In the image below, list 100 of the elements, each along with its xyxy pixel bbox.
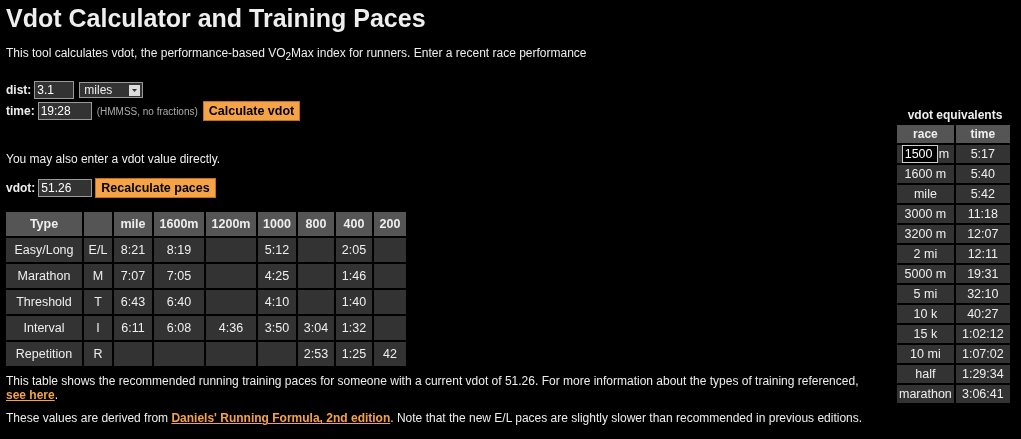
column-header: race bbox=[897, 125, 954, 143]
page-title: Vdot Calculator and Training Paces bbox=[6, 4, 427, 33]
time-field[interactable]: 19:28 bbox=[37, 102, 92, 121]
table-cell: 6:40 bbox=[154, 290, 204, 315]
table-cell: 3000 m bbox=[897, 205, 954, 223]
table-cell: 1:46 bbox=[336, 264, 372, 289]
table-cell: 7:05 bbox=[154, 264, 204, 289]
table-cell bbox=[258, 342, 296, 367]
table-cell: 4:25 bbox=[258, 264, 296, 289]
column-header: Type bbox=[6, 212, 82, 237]
table-cell: Interval bbox=[6, 316, 82, 341]
table-cell: 3:06:41 bbox=[955, 385, 1010, 403]
table-cell: 4:36 bbox=[206, 316, 256, 341]
distance-field[interactable]: 3.1 bbox=[34, 81, 75, 100]
table-cell: 1:02:12 bbox=[955, 325, 1010, 343]
column-header: 1200m bbox=[206, 212, 256, 237]
table-cell: 5:42 bbox=[955, 185, 1010, 203]
table-cell: 2:53 bbox=[298, 342, 334, 367]
table-cell: 1:25 bbox=[336, 342, 372, 367]
table-cell: 10 mi bbox=[897, 345, 954, 363]
table-cell: 42 bbox=[374, 342, 406, 367]
table-cell: 2 mi bbox=[897, 245, 954, 263]
table-cell: 6:08 bbox=[154, 316, 204, 341]
table-cell: 3200 m bbox=[897, 225, 954, 243]
table-cell: 12:11 bbox=[955, 245, 1010, 263]
table-cell: 19:31 bbox=[955, 265, 1010, 283]
table-cell: 2:05 bbox=[336, 238, 372, 263]
note-text: You may also enter a vdot value directly. bbox=[6, 152, 222, 167]
table-cell bbox=[206, 238, 256, 263]
table-cell: 7:07 bbox=[114, 264, 152, 289]
table-cell: 8:19 bbox=[154, 238, 204, 263]
table-cell: 10 k bbox=[897, 305, 954, 323]
table-cell: 15 k bbox=[897, 325, 954, 343]
field-label: vdot: bbox=[6, 181, 36, 196]
intro-text: This tool calculates vdot, the performance-based VO$_{2}$Max index for runners. Enter a recent race performance bbox=[6, 46, 588, 65]
table-cell: R bbox=[84, 342, 112, 367]
info-paragraph: This table shows the recommended running training paces for someone with a current vdot of 51.26. For more information about the types of training referenced, see here. bbox=[6, 374, 860, 403]
table-cell: Easy/Long bbox=[6, 238, 82, 263]
table-cell: 1600 m bbox=[897, 165, 954, 183]
table-cell: E/L bbox=[84, 238, 112, 263]
table-cell: 12:07 bbox=[955, 225, 1010, 243]
table-cell: Repetition bbox=[6, 342, 82, 367]
table-cell: 32:10 bbox=[955, 285, 1010, 303]
field-label: time: bbox=[6, 104, 35, 119]
table-cell: 3:04 bbox=[298, 316, 334, 341]
race-distance-field[interactable]: 1500 bbox=[901, 145, 938, 163]
column-header: time bbox=[955, 125, 1010, 143]
table-cell: marathon bbox=[897, 385, 954, 403]
recalculate-button[interactable]: Recalculate paces bbox=[95, 178, 216, 199]
table-cell: T bbox=[84, 290, 112, 315]
table-cell bbox=[374, 290, 406, 315]
calculate-button[interactable]: Calculate vdot bbox=[202, 101, 301, 122]
table-cell: M bbox=[84, 264, 112, 289]
table-cell: 6:43 bbox=[114, 290, 152, 315]
table-cell: mile bbox=[897, 185, 954, 203]
field-label: dist: bbox=[6, 83, 32, 98]
table-cell: 1:07:02 bbox=[955, 345, 1010, 363]
table-cell bbox=[154, 342, 204, 367]
table-cell bbox=[114, 342, 152, 367]
column-header: 800 bbox=[298, 212, 334, 237]
link[interactable]: see here bbox=[6, 388, 55, 403]
column-header: 1600m bbox=[154, 212, 204, 237]
table-cell: 11:18 bbox=[955, 205, 1010, 223]
table-cell bbox=[206, 290, 256, 315]
table-cell: half bbox=[897, 365, 954, 383]
column-header: 400 bbox=[336, 212, 372, 237]
table-cell: 1:32 bbox=[336, 316, 372, 341]
table-cell bbox=[374, 264, 406, 289]
table-cell: 8:21 bbox=[114, 238, 152, 263]
table-cell: 3:50 bbox=[258, 316, 296, 341]
table-cell: 5000 m bbox=[897, 265, 954, 283]
table-cell: 5 mi bbox=[897, 285, 954, 303]
table-cell: I bbox=[84, 316, 112, 341]
table-cell bbox=[206, 342, 256, 367]
column-header: mile bbox=[114, 212, 152, 237]
column-header: 200 bbox=[374, 212, 406, 237]
table-cell: 5:12 bbox=[258, 238, 296, 263]
hint-text: (HMMSS, no fractions) bbox=[96, 105, 198, 117]
table-cell: 4:10 bbox=[258, 290, 296, 315]
table-cell bbox=[374, 238, 406, 263]
header-cell bbox=[84, 212, 112, 237]
section-title: vdot equivalents bbox=[906, 108, 1004, 122]
table-cell: Threshold bbox=[6, 290, 82, 315]
unit-label: m bbox=[938, 147, 950, 161]
table-cell: 40:27 bbox=[955, 305, 1010, 323]
table-cell: 5:40 bbox=[955, 165, 1010, 183]
table-cell: 1:29:34 bbox=[955, 365, 1010, 383]
table-cell bbox=[298, 290, 334, 315]
table-cell: 5:17 bbox=[955, 145, 1010, 163]
table-cell: 6:11 bbox=[114, 316, 152, 341]
info-paragraph: These values are derived from Daniels' Running Formula, 2nd edition. Note that the new E/L paces are slightly slower than recommended in previous editions. bbox=[6, 411, 864, 426]
table-cell bbox=[298, 238, 334, 263]
table-cell bbox=[374, 316, 406, 341]
table-cell: 1:40 bbox=[336, 290, 372, 315]
vdot-field[interactable]: 51.26 bbox=[38, 179, 93, 198]
unit-dropdown[interactable]: miles bbox=[79, 82, 144, 99]
table-cell: Marathon bbox=[6, 264, 82, 289]
table-cell bbox=[298, 264, 334, 289]
table-cell bbox=[206, 264, 256, 289]
column-header: 1000 bbox=[258, 212, 296, 237]
